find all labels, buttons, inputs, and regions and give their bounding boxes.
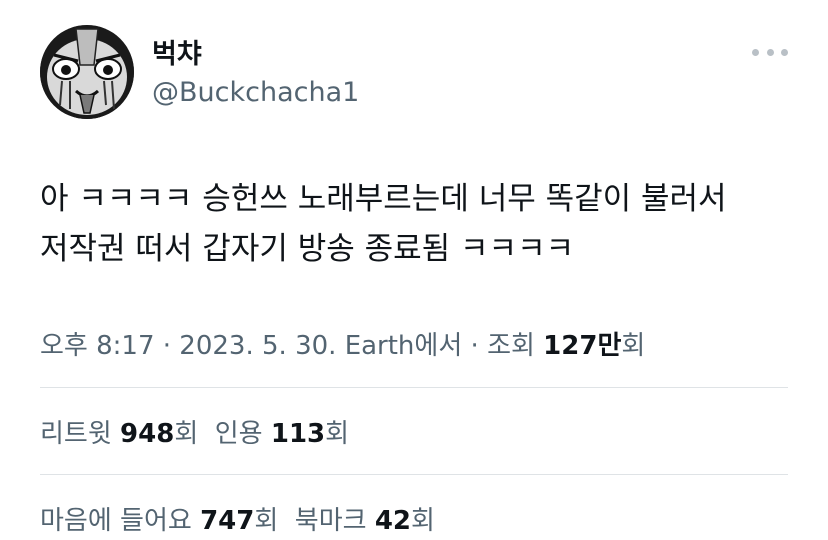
likes-unit: 회 (254, 506, 279, 536)
retweets-stat[interactable]: 리트윗 948회 (40, 419, 198, 449)
likes-bookmarks-stats: 마음에 들어요 747회 북마크 42회 (40, 500, 435, 537)
quotes-stat[interactable]: 인용 113회 (215, 419, 349, 449)
likes-count: 747 (200, 506, 255, 536)
avatar[interactable] (40, 25, 134, 119)
views-unit: 회 (621, 331, 646, 361)
divider (40, 474, 788, 475)
retweets-unit: 회 (174, 419, 199, 449)
meta-separator: · (154, 331, 180, 361)
divider (40, 387, 788, 388)
more-options-button[interactable] (752, 40, 788, 64)
retweets-label: 리트윗 (40, 419, 121, 449)
quotes-label: 인용 (214, 419, 271, 449)
bookmarks-count: 42 (374, 506, 412, 536)
more-dots-icon (752, 48, 759, 56)
views-count: 127만 (543, 331, 622, 361)
quotes-count: 113 (270, 419, 326, 449)
retweet-quote-stats: 리트윗 948회 인용 113회 (40, 413, 349, 450)
likes-label: 마음에 들어요 (40, 506, 201, 536)
avatar-image (40, 25, 134, 119)
likes-stat[interactable]: 마음에 들어요 747회 (40, 506, 278, 536)
user-handle[interactable]: @Buckchacha1 (152, 77, 359, 108)
more-dots-icon (766, 48, 774, 56)
quotes-unit: 회 (325, 419, 350, 449)
tweet-meta: 오후 8:17 · 2023. 5. 30. Earth에서 · 조회 127만… (40, 325, 645, 362)
bookmarks-stat[interactable]: 북마크 42회 (295, 506, 435, 536)
tweet-text-line: 저작권 떠서 갑자기 방송 종료됨 ㅋㅋㅋㅋ (40, 231, 575, 267)
tweet-source-suffix: 에서 (414, 331, 463, 361)
tweet-text-line: 아 ㅋㅋㅋㅋ 승헌쓰 노래부르는데 너무 똑같이 불러서 (40, 181, 727, 217)
meta-space (336, 331, 344, 361)
more-dots-icon (781, 48, 788, 56)
display-name[interactable]: 벅챠 (152, 32, 202, 71)
bookmarks-unit: 회 (411, 506, 435, 536)
tweet-time[interactable]: 오후 8:17 (40, 331, 155, 361)
tweet-text: 아 ㅋㅋㅋㅋ 승헌쓰 노래부르는데 너무 똑같이 불러서 저작권 떠서 갑자기 … (40, 174, 800, 274)
views-label: 조회 (487, 331, 544, 361)
tweet-date[interactable]: 2023. 5. 30. (179, 331, 336, 361)
bookmarks-label: 북마크 (294, 506, 375, 536)
retweets-count: 948 (120, 419, 175, 449)
tweet-source: Earth (344, 331, 415, 361)
meta-separator: · (462, 331, 488, 361)
